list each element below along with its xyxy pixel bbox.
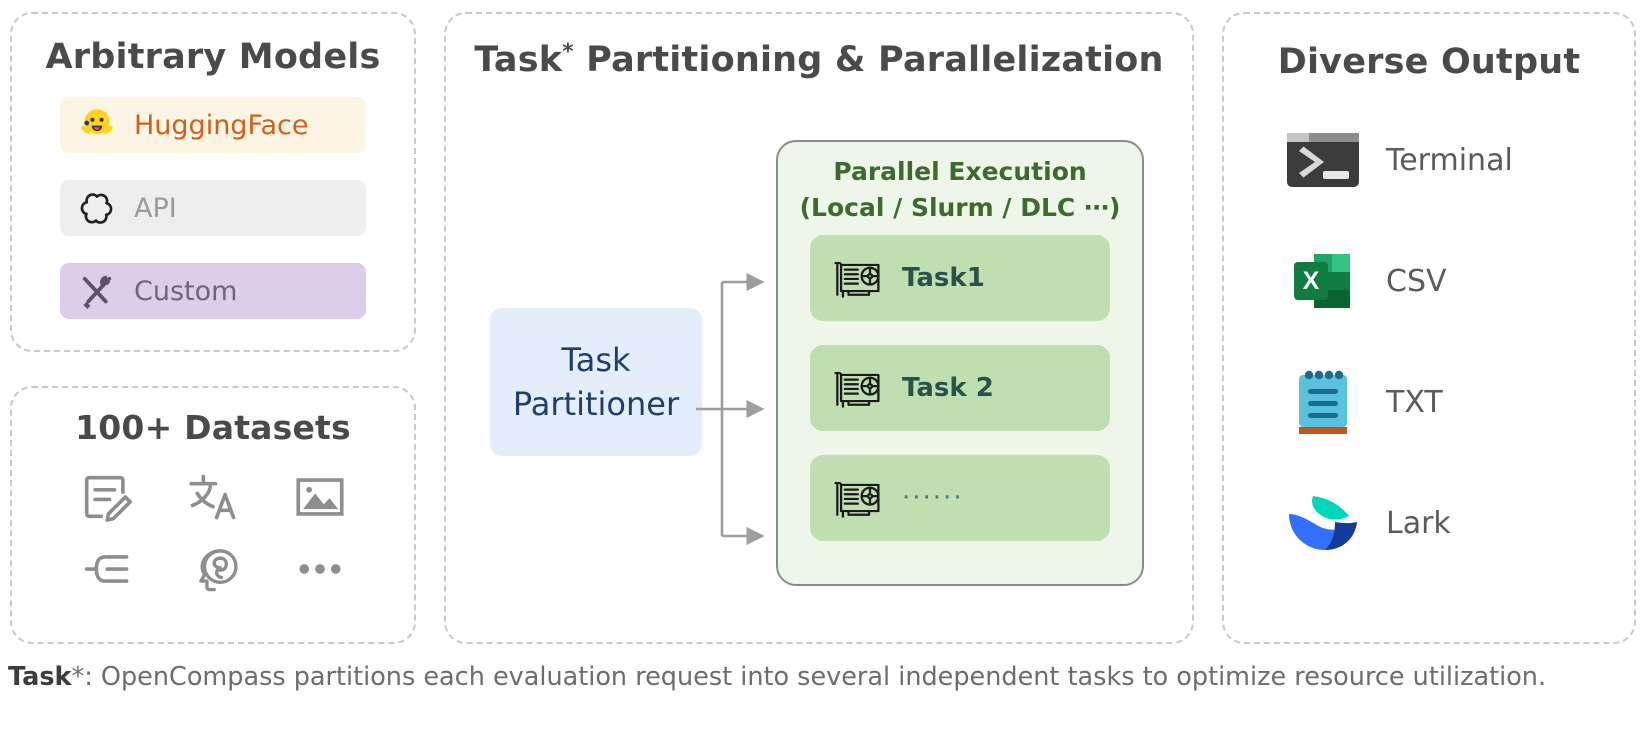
lark-icon xyxy=(1260,492,1386,554)
task-label: Task 2 xyxy=(902,372,994,403)
gpu-card-icon xyxy=(810,475,902,521)
arbitrary-models-title: Arbitrary Models xyxy=(45,37,381,77)
terminal-icon xyxy=(1260,129,1386,191)
task-label: ······ xyxy=(902,482,964,513)
footnote-text: *: OpenCompass partitions each evaluatio… xyxy=(71,662,1547,692)
datasets-panel: 100+ Datasets xyxy=(10,386,416,644)
title-asterisk: * xyxy=(562,39,574,65)
gpu-card-icon xyxy=(810,255,902,301)
datasets-title: 100+ Datasets xyxy=(75,408,351,447)
footnote-bold-term: Task xyxy=(8,662,72,692)
task-row[interactable]: ······ xyxy=(810,454,1110,541)
arbitrary-models-panel: Arbitrary Models HuggingFace API Custom xyxy=(10,12,416,352)
huggingface-icon xyxy=(60,104,134,146)
translate-icon xyxy=(184,468,242,526)
model-label-huggingface: HuggingFace xyxy=(134,109,309,141)
title-task-word: Task xyxy=(474,40,563,80)
title-remainder: Partitioning & Parallelization xyxy=(573,40,1164,80)
task-partitioning-title: Task* Partitioning & Parallelization xyxy=(446,40,1192,80)
task-partitioner-text: Task Partitioner xyxy=(513,338,679,426)
parallel-execution-box: Parallel Execution (Local / Slurm / DLC … xyxy=(776,140,1144,586)
logic-list-icon xyxy=(77,540,135,598)
output-row-lark[interactable]: Lark xyxy=(1260,479,1634,567)
output-list: Terminal X CSV TXT Lark xyxy=(1224,116,1634,567)
task-row[interactable]: Task1 xyxy=(810,234,1110,321)
task-label: Task1 xyxy=(902,262,985,293)
task-row[interactable]: Task 2 xyxy=(810,344,1110,431)
brain-head-icon xyxy=(184,540,242,598)
model-row-huggingface[interactable]: HuggingFace xyxy=(60,97,366,153)
diverse-output-panel: Diverse Output Terminal X CSV TXT Lark xyxy=(1222,12,1636,644)
tools-icon xyxy=(60,270,134,312)
model-label-custom: Custom xyxy=(134,275,238,307)
model-row-custom[interactable]: Custom xyxy=(60,263,366,319)
svg-text:X: X xyxy=(1303,267,1320,295)
dataset-icon-grid xyxy=(12,461,414,605)
image-icon xyxy=(291,468,349,526)
output-row-txt[interactable]: TXT xyxy=(1260,358,1634,446)
output-row-csv[interactable]: X CSV xyxy=(1260,237,1634,325)
output-label-lark: Lark xyxy=(1386,505,1451,541)
excel-csv-icon: X xyxy=(1260,246,1386,316)
exec-title-line-1: Parallel Execution xyxy=(833,157,1087,186)
notepad-txt-icon xyxy=(1260,365,1386,439)
parallel-execution-title: Parallel Execution (Local / Slurm / DLC … xyxy=(778,142,1142,227)
task-list: Task1 Task 2 ······ xyxy=(778,227,1142,541)
document-edit-icon xyxy=(77,468,135,526)
model-list: HuggingFace API Custom xyxy=(12,97,414,319)
output-label-csv: CSV xyxy=(1386,263,1447,299)
diverse-output-title: Diverse Output xyxy=(1277,42,1581,82)
openai-icon xyxy=(60,188,134,228)
output-row-terminal[interactable]: Terminal xyxy=(1260,116,1634,204)
task-partitioning-panel: Task* Partitioning & Parallelization Tas… xyxy=(444,12,1194,644)
model-row-api[interactable]: API xyxy=(60,180,366,236)
partitioner-line-2: Partitioner xyxy=(512,385,680,423)
gpu-card-icon xyxy=(810,365,902,411)
task-partitioner-box[interactable]: Task Partitioner xyxy=(490,308,702,456)
output-label-txt: TXT xyxy=(1386,384,1443,420)
diagram-stage: Arbitrary Models HuggingFace API Custom … xyxy=(0,0,1648,738)
exec-title-line-2: (Local / Slurm / DLC ⋯) xyxy=(799,193,1121,223)
model-label-api: API xyxy=(134,192,177,224)
ellipsis-icon xyxy=(291,540,349,598)
output-label-terminal: Terminal xyxy=(1386,142,1513,178)
partitioner-line-1: Task xyxy=(561,340,631,379)
footnote: Task*: OpenCompass partitions each evalu… xyxy=(8,662,1648,692)
